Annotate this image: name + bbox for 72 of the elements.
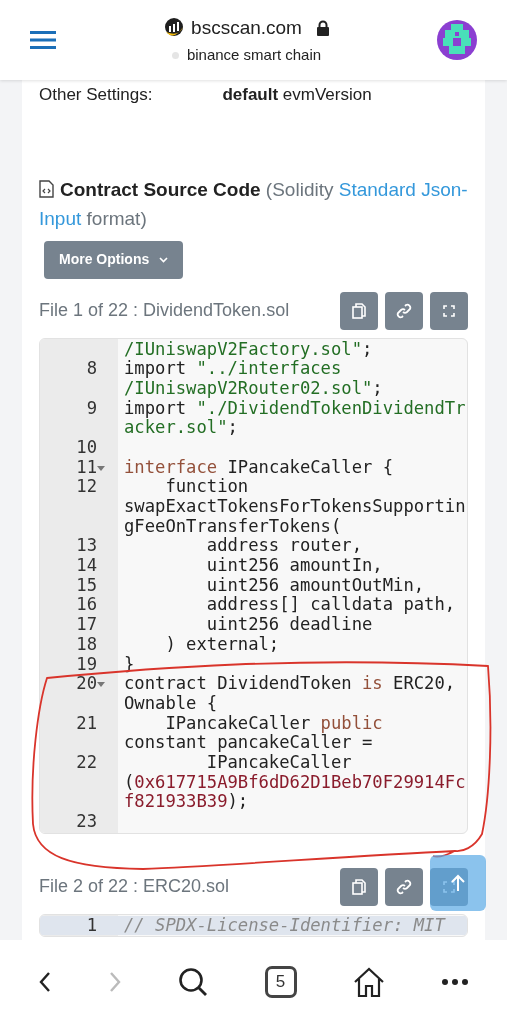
code-line: (0x617715A9Bf6dD62D1Beb70F29914Fc (124, 771, 466, 792)
expand-icon (443, 304, 455, 317)
logo-icon (163, 16, 186, 39)
link-icon (396, 878, 412, 895)
copy-icon (352, 878, 366, 895)
file-title: File 2 of 22 : ERC20.sol (39, 875, 230, 899)
code-line: Ownable { (124, 692, 218, 713)
code-line: f821933B39); (124, 791, 249, 812)
code-line: interface IPancakeCaller { (124, 456, 394, 477)
copy-icon (352, 302, 366, 319)
scroll-top-button[interactable] (430, 855, 486, 911)
file-title: File 1 of 22 : DividendToken.sol (39, 299, 290, 322)
link-button[interactable] (385, 291, 423, 330)
line-number: 19 (76, 653, 97, 674)
line-number: 18 (76, 633, 97, 654)
code-line: /IUniswapV2Factory.sol"; (124, 338, 373, 359)
code-line: address[] calldata path, (205, 594, 456, 615)
line-number: 8 (86, 358, 97, 379)
code-line: IPancakeCaller public (164, 712, 383, 733)
code-line: address router, (206, 535, 362, 556)
code-line: function (164, 476, 249, 497)
line-number: 14 (76, 555, 97, 576)
line-number: 9 (86, 397, 97, 418)
fullscreen-button[interactable] (430, 291, 468, 330)
tab-count-button[interactable]: 5 (264, 966, 297, 998)
line-number: 17 (76, 614, 97, 635)
setting-label: Other Settings: (39, 84, 153, 106)
code-line: acker.sol"; (124, 417, 238, 438)
code-line: gFeeOnTransferTokens( (124, 515, 342, 536)
setting-value: default evmVersion (222, 84, 372, 106)
home-icon[interactable] (352, 966, 385, 998)
code-line: uint256 amountOutMin, (205, 574, 425, 595)
search-icon[interactable] (178, 967, 209, 997)
line-number: 10 (76, 436, 97, 457)
code-line: constant pancakeCaller = (124, 732, 373, 753)
code-file-icon (39, 179, 54, 198)
section-heading: Contract Source Code (Solidity Standard Json-Input format) (39, 177, 468, 231)
link-icon (396, 302, 412, 319)
line-number: 16 (76, 594, 97, 615)
site-subtitle: binance smart chain (186, 45, 322, 65)
code-line: import "../interfaces (124, 358, 342, 379)
more-icon[interactable] (440, 978, 469, 986)
line-number: 20 (76, 673, 97, 694)
copy-button[interactable] (340, 291, 378, 330)
code-line: swapExactTokensForTokensSupportin (124, 496, 466, 516)
code-line: /IUniswapV2Router02.sol"; (124, 377, 383, 398)
code-line: IPancakeCaller (205, 751, 352, 772)
code-line: uint256 amountIn, (205, 555, 383, 576)
menu-icon[interactable] (30, 31, 56, 49)
caret-icon (159, 256, 169, 263)
copy-button[interactable] (340, 867, 378, 906)
line-number: 15 (76, 574, 97, 595)
code-line: contract DividendToken is ERC20, (124, 673, 456, 694)
site-domain: bscscan.com (191, 15, 302, 40)
line-number: 13 (76, 535, 97, 556)
lock-icon (315, 19, 330, 36)
code-line: import "./DividendTokenDividendTr (124, 397, 466, 418)
avatar-icon[interactable] (437, 20, 477, 60)
line-number: 12 (76, 476, 97, 497)
link-button[interactable] (385, 867, 423, 906)
fold-caret-icon[interactable] (97, 682, 105, 688)
line-number: 11 (76, 456, 97, 477)
code-line: uint256 deadline (205, 614, 373, 635)
back-icon[interactable] (38, 971, 53, 993)
code-line: ) external; (164, 633, 280, 654)
line-number: 22 (76, 751, 97, 772)
line-number: 23 (76, 811, 97, 831)
line-number: 21 (76, 712, 97, 733)
fold-caret-icon[interactable] (97, 465, 105, 471)
arrow-up-icon (451, 874, 465, 892)
code-line: // SPDX-License-Identifier: MIT (124, 914, 445, 935)
more-options-button[interactable]: More Options (44, 240, 184, 279)
